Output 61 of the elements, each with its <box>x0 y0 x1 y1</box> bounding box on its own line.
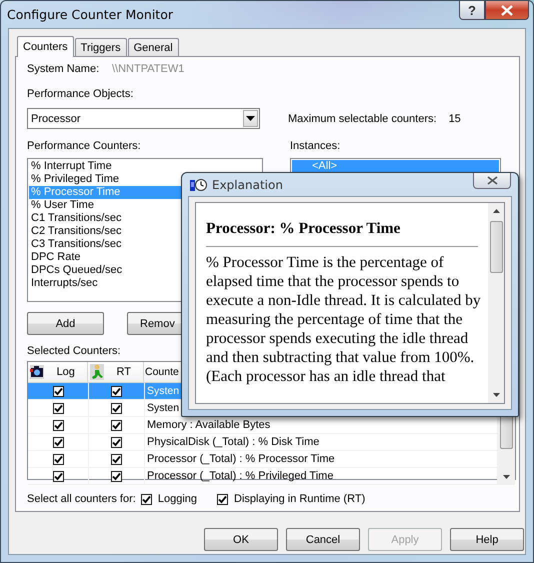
explanation-text: % Processor Time is the percentage of elapsed time that the processor spends to execute a non-Idle thread. It is calculated by measuring the percentage of time that the processor spends executing the idle thread and then subtracting that value from 100%. (Each processor has an idle thread that <box>206 253 482 386</box>
checkbox-label[interactable]: Displaying in Runtime (RT) <box>234 493 366 505</box>
running-figure-icon <box>90 364 104 380</box>
runtime-checkbox[interactable] <box>111 454 122 464</box>
close-icon <box>486 176 498 185</box>
explanation-heading: Processor: % Processor Time <box>206 219 402 239</box>
runtime-checkbox[interactable] <box>111 436 122 448</box>
field-label: Instances: <box>290 140 340 152</box>
field-label: Performance Counters: <box>27 140 142 152</box>
table-row[interactable]: PhysicalDisk (_Total) : % Disk Time <box>28 434 498 451</box>
field-label: System Name: <box>27 63 100 75</box>
monitor-clock-icon <box>190 176 208 192</box>
counter-name: Systen <box>147 385 180 397</box>
checkbox-label[interactable]: Logging <box>158 493 197 505</box>
camera-icon <box>30 365 44 379</box>
counter-name: Processor (_Total) : % Processor Time <box>147 453 335 465</box>
list-item[interactable]: % Interrupt Time <box>29 160 261 173</box>
scroll-down-icon[interactable] <box>503 475 510 479</box>
close-icon <box>500 4 514 16</box>
field-label: Select all counters for: <box>27 493 136 505</box>
dialog-button[interactable]: Help <box>450 528 524 551</box>
help-button[interactable]: ? <box>459 1 485 20</box>
checkbox[interactable] <box>140 494 152 504</box>
runtime-checkbox[interactable] <box>111 420 122 430</box>
tab[interactable]: Counters <box>17 36 74 57</box>
counter-name: Processor (_Total) : % Privileged Time <box>147 470 334 482</box>
field-label: Performance Objects: <box>27 88 134 100</box>
scrollbar[interactable] <box>488 203 504 403</box>
close-button[interactable] <box>473 173 511 189</box>
counter-name: Memory : Available Bytes <box>147 419 270 431</box>
tab[interactable]: Triggers <box>74 38 127 56</box>
log-checkbox[interactable] <box>52 386 64 396</box>
runtime-checkbox[interactable] <box>111 470 122 482</box>
system-name-value: \\NNTPATEW1 <box>112 63 184 75</box>
dialog-button[interactable]: Cancel <box>286 528 360 551</box>
counter-name: PhysicalDisk (_Total) : % Disk Time <box>147 436 320 448</box>
table-row[interactable]: Processor (_Total) : % Privileged Time <box>28 468 498 485</box>
log-checkbox[interactable] <box>52 420 64 430</box>
scroll-down-icon[interactable] <box>492 393 500 397</box>
dialog-button[interactable]: OK <box>204 528 278 551</box>
scroll-up-icon[interactable] <box>492 209 500 213</box>
column-header[interactable]: Log <box>28 362 88 382</box>
runtime-checkbox[interactable] <box>111 402 122 414</box>
checkbox[interactable] <box>217 494 228 504</box>
max-counters-label: Maximum selectable counters: <box>288 112 437 124</box>
column-header[interactable]: RT <box>88 362 144 382</box>
table-row[interactable]: Processor (_Total) : % Processor Time <box>28 451 498 468</box>
counter-name: Systen <box>147 402 180 414</box>
close-button[interactable] <box>485 1 529 20</box>
log-checkbox[interactable] <box>52 436 64 448</box>
log-checkbox[interactable] <box>52 402 64 414</box>
max-counters-value: 15 <box>448 112 461 124</box>
field-label: Selected Counters: <box>27 345 121 357</box>
log-checkbox[interactable] <box>52 454 64 464</box>
log-checkbox[interactable] <box>52 470 64 482</box>
window-title: Configure Counter Monitor <box>7 7 173 22</box>
list-action-button[interactable]: Add <box>27 312 104 335</box>
objects-dropdown[interactable]: Processor <box>27 108 260 129</box>
runtime-checkbox[interactable] <box>111 386 122 396</box>
tab[interactable]: General <box>128 38 179 56</box>
scroll-thumb[interactable] <box>490 221 502 273</box>
